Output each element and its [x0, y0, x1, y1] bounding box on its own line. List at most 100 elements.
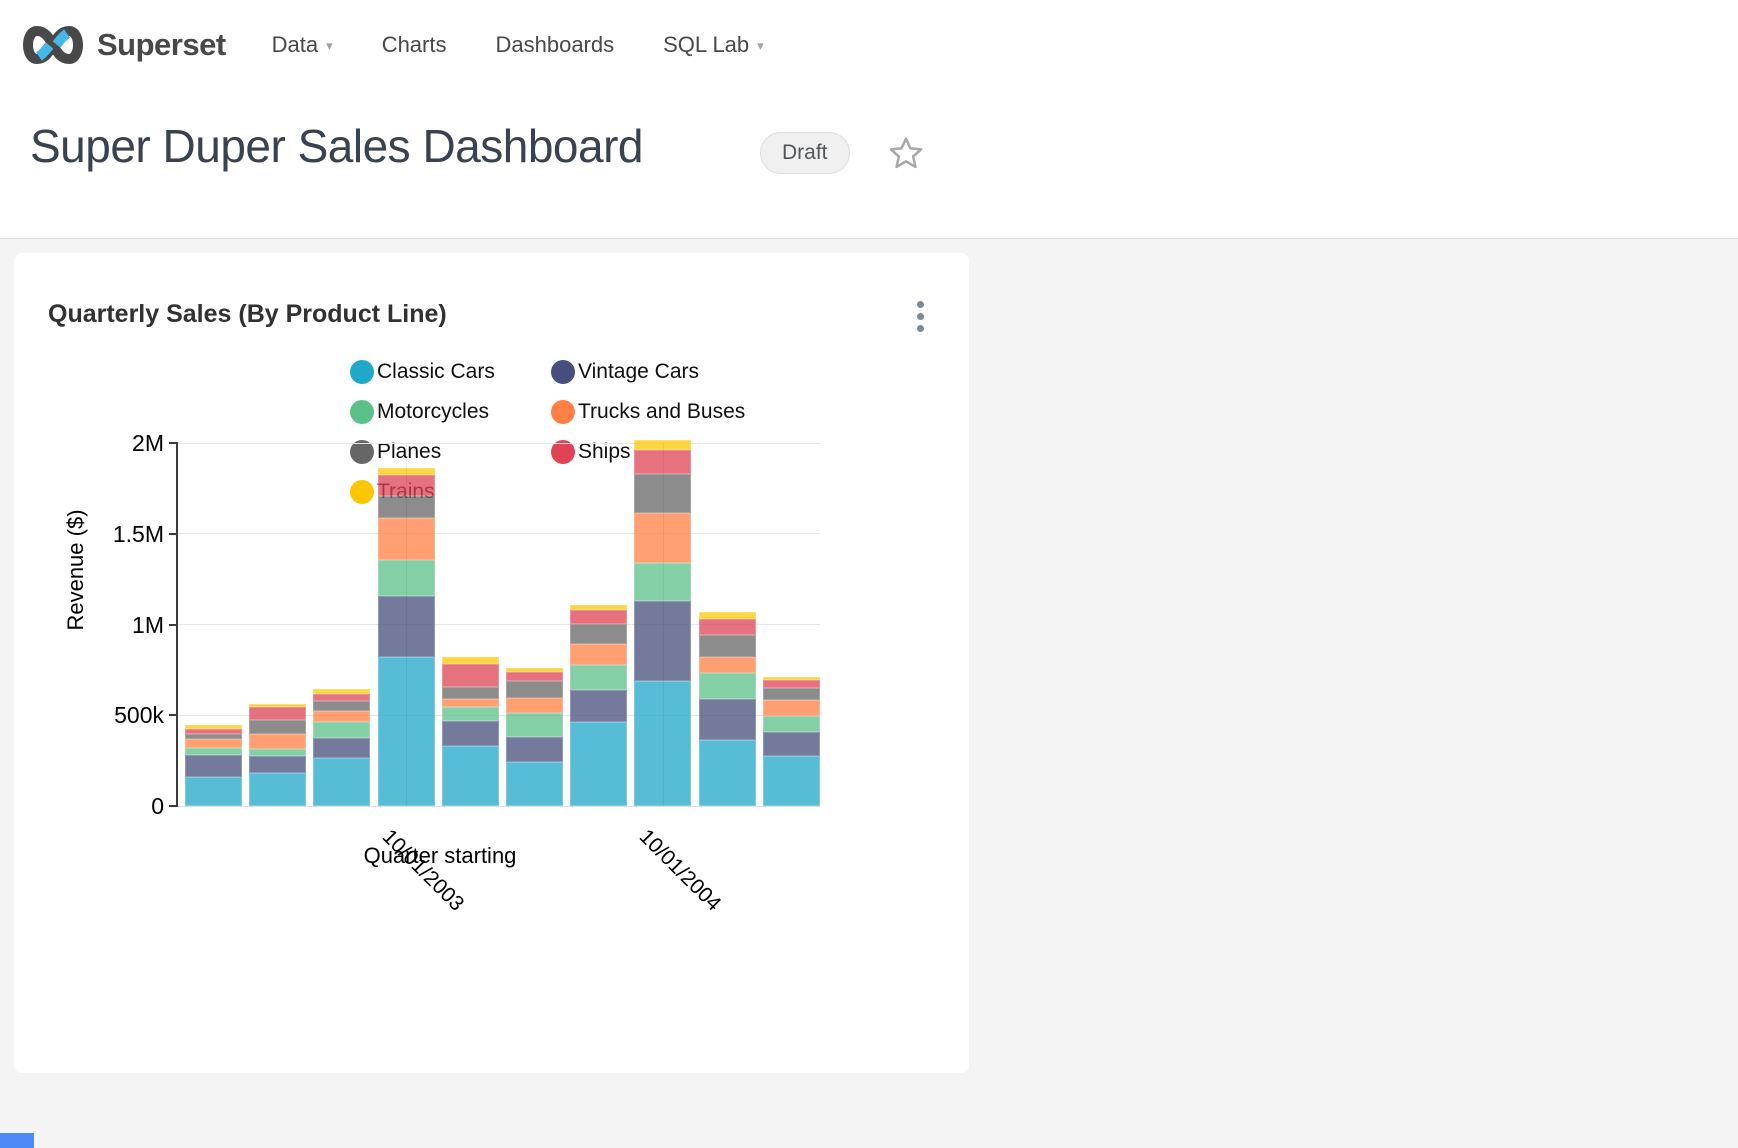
bar-segment-ships[interactable]	[185, 729, 242, 734]
nav-item-charts[interactable]: Charts	[382, 32, 447, 58]
bar-segment-trucks-and-buses[interactable]	[506, 698, 563, 713]
bar-segment-motorcycles[interactable]	[313, 722, 370, 738]
bar-segment-vintage-cars[interactable]	[763, 732, 820, 755]
bar-segment-ships[interactable]	[570, 610, 627, 624]
bar-segment-planes[interactable]	[249, 720, 306, 734]
bar-segment-trucks-and-buses[interactable]	[249, 734, 306, 749]
bar-segment-vintage-cars[interactable]	[185, 755, 242, 777]
chevron-down-icon: ▾	[326, 38, 333, 54]
stacked-bar-01-01-2004[interactable]	[442, 657, 499, 806]
bar-segment-planes[interactable]	[763, 688, 820, 700]
kebab-menu-icon[interactable]	[913, 297, 928, 336]
bar-segment-trucks-and-buses[interactable]	[442, 699, 499, 707]
nav-item-label: Charts	[382, 32, 447, 58]
bar-segment-classic-cars[interactable]	[763, 756, 820, 806]
bar-segment-vintage-cars[interactable]	[442, 721, 499, 746]
bar-segment-trains[interactable]	[313, 689, 370, 694]
bar-segment-trucks-and-buses[interactable]	[313, 711, 370, 722]
stacked-bar-01-01-2003[interactable]	[185, 725, 242, 806]
bar-segment-motorcycles[interactable]	[442, 707, 499, 721]
nav-items: Data ▾ Charts Dashboards SQL Lab ▾	[272, 32, 764, 58]
bar-segment-motorcycles[interactable]	[506, 713, 563, 737]
bar-segment-ships[interactable]	[699, 619, 756, 634]
nav-item-data[interactable]: Data ▾	[272, 32, 333, 58]
bar-segment-classic-cars[interactable]	[313, 758, 370, 806]
bar-segment-planes[interactable]	[313, 701, 370, 711]
nav-item-sql-lab[interactable]: SQL Lab ▾	[663, 32, 764, 58]
chart-plot: 0500k1M1.5M2M10/01/200310/01/2004Quarter…	[178, 443, 820, 806]
legend-item-classic-cars[interactable]: Classic Cars	[350, 352, 551, 392]
bar-segment-trains[interactable]	[185, 725, 242, 728]
bar-segment-classic-cars[interactable]	[185, 777, 242, 806]
bar-segment-ships[interactable]	[313, 694, 370, 701]
y-tick-label: 500k	[14, 702, 164, 729]
bar-segment-trains[interactable]	[763, 677, 820, 680]
bar-segment-vintage-cars[interactable]	[570, 690, 627, 722]
stacked-bar-07-01-2004[interactable]	[570, 605, 627, 806]
legend-label: Trucks and Buses	[578, 400, 745, 424]
bar-segment-motorcycles[interactable]	[763, 716, 820, 732]
bar-segment-planes[interactable]	[185, 734, 242, 739]
legend-item-motorcycles[interactable]: Motorcycles	[350, 392, 551, 432]
bar-segment-trains[interactable]	[570, 605, 627, 610]
y-axis-title: Revenue ($)	[63, 509, 89, 630]
bar-segment-classic-cars[interactable]	[506, 762, 563, 806]
legend-item-vintage-cars[interactable]: Vintage Cars	[551, 352, 745, 392]
bar-segment-trucks-and-buses[interactable]	[763, 700, 820, 716]
brand[interactable]: Superset	[18, 22, 226, 68]
brand-name: Superset	[97, 27, 226, 63]
bar-segment-vintage-cars[interactable]	[699, 699, 756, 740]
bar-segment-trucks-and-buses[interactable]	[185, 739, 242, 748]
bar-segment-trucks-and-buses[interactable]	[570, 644, 627, 665]
bar-segment-ships[interactable]	[442, 664, 499, 687]
bar-segment-planes[interactable]	[442, 687, 499, 699]
bar-segment-trains[interactable]	[699, 612, 756, 619]
nav-item-label: SQL Lab	[663, 32, 749, 58]
bar-segment-ships[interactable]	[249, 707, 306, 720]
bar-segment-classic-cars[interactable]	[570, 722, 627, 806]
bar-segment-planes[interactable]	[570, 624, 627, 643]
bar-segment-planes[interactable]	[506, 681, 563, 698]
nav-item-label: Dashboards	[495, 32, 614, 58]
chart-title: Quarterly Sales (By Product Line)	[48, 300, 447, 329]
stacked-bar-07-01-2003[interactable]	[313, 689, 370, 806]
bar-segment-ships[interactable]	[763, 680, 820, 688]
stacked-bar-04-01-2004[interactable]	[506, 668, 563, 806]
chevron-down-icon: ▾	[757, 38, 764, 54]
x-gridline	[663, 443, 664, 806]
x-tick-label: 10/01/2004	[634, 825, 725, 916]
stacked-bar-04-01-2003[interactable]	[249, 704, 306, 807]
bar-segment-trains[interactable]	[506, 668, 563, 672]
superset-app: Superset Data ▾ Charts Dashboards SQL Lab ▾ S…	[0, 0, 1738, 1148]
bar-segment-ships[interactable]	[506, 672, 563, 681]
favorite-star-icon[interactable]	[889, 136, 923, 170]
legend-swatch-icon	[551, 400, 575, 424]
y-tick	[169, 533, 176, 535]
nav-item-dashboards[interactable]: Dashboards	[495, 32, 614, 58]
bar-segment-motorcycles[interactable]	[570, 665, 627, 690]
app-header: Superset Data ▾ Charts Dashboards SQL Lab ▾ S…	[0, 0, 1738, 239]
y-tick-label: 2M	[14, 430, 164, 457]
bar-segment-classic-cars[interactable]	[442, 746, 499, 806]
status-badge: Draft	[760, 132, 850, 174]
bar-segment-trains[interactable]	[249, 704, 306, 708]
bar-segment-trains[interactable]	[442, 657, 499, 664]
y-tick	[169, 442, 176, 444]
stacked-bar-04-01-2005[interactable]	[763, 677, 820, 806]
bar-segment-classic-cars[interactable]	[699, 740, 756, 806]
legend-label: Vintage Cars	[578, 360, 699, 384]
bar-segment-vintage-cars[interactable]	[313, 738, 370, 757]
bar-segment-classic-cars[interactable]	[249, 773, 306, 806]
bar-segment-trucks-and-buses[interactable]	[699, 657, 756, 673]
bar-segment-vintage-cars[interactable]	[249, 756, 306, 772]
nav-item-label: Data	[272, 32, 318, 58]
bar-segment-motorcycles[interactable]	[249, 749, 306, 756]
legend-item-trucks-and-buses[interactable]: Trucks and Buses	[551, 392, 745, 432]
stacked-bar-01-01-2005[interactable]	[699, 612, 756, 806]
bar-segment-motorcycles[interactable]	[185, 748, 242, 755]
bar-segment-planes[interactable]	[699, 635, 756, 657]
bar-segment-vintage-cars[interactable]	[506, 737, 563, 761]
bar-segment-motorcycles[interactable]	[699, 673, 756, 699]
x-axis-title: Quarter starting	[364, 843, 517, 869]
dashboard-canvas: Quarterly Sales (By Product Line) Classi…	[0, 239, 1738, 1148]
